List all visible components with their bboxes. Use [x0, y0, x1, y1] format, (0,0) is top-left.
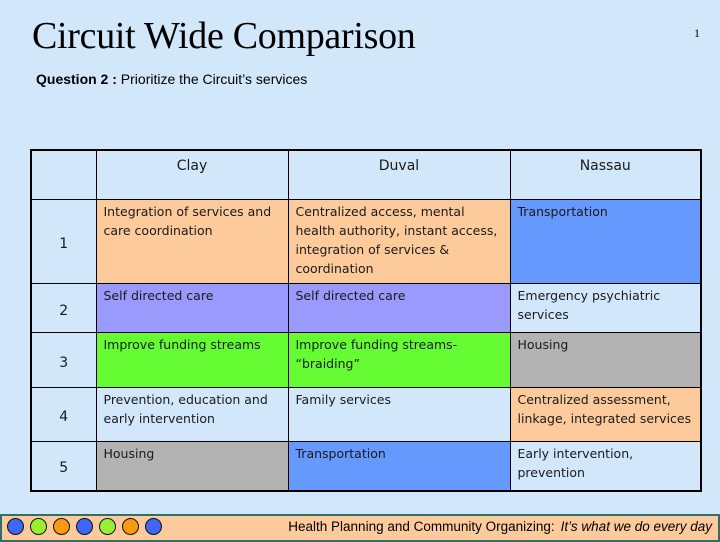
nassau-cell: Emergency psychiatric services	[509, 283, 702, 333]
clay-cell: Self directed care	[95, 283, 289, 333]
footer-bar: Health Planning and Community Organizing…	[0, 514, 720, 542]
clay-cell: Housing	[95, 441, 289, 491]
clay-cell: Integration of services and care coordin…	[95, 199, 289, 284]
circle-icon	[30, 518, 47, 535]
header-label: Clay	[176, 158, 208, 174]
question-text: Prioritize the Circuit’s services	[120, 71, 308, 87]
circle-icon	[53, 518, 70, 535]
circle-icon	[76, 518, 93, 535]
rank-cell: 3	[30, 332, 97, 388]
circle-icon	[145, 518, 162, 535]
nassau-cell: Housing	[509, 332, 702, 388]
footer-text: Health Planning and Community Organizing…	[288, 519, 712, 534]
footer-org: Health Planning and Community Organizing…	[288, 519, 555, 534]
header-corner	[30, 149, 97, 200]
duval-cell: Improve funding streams- “braiding”	[287, 332, 511, 388]
circle-icon	[99, 518, 116, 535]
clay-cell: Improve funding streams	[95, 332, 289, 388]
header-clay: Clay	[95, 149, 289, 200]
nassau-cell: Centralized assessment, linkage, integra…	[509, 387, 702, 442]
duval-cell: Transportation	[287, 441, 511, 491]
nassau-cell: Transportation	[509, 199, 702, 284]
footer-tagline: It’s what we do every day	[560, 519, 712, 534]
duval-cell: Self directed care	[287, 283, 511, 333]
table-row: 1 Integration of services and care coord…	[30, 199, 702, 284]
nassau-cell: Early intervention, prevention	[509, 441, 702, 491]
table-row: 4 Prevention, education and early interv…	[30, 387, 702, 442]
table-header-row: Clay Duval Nassau	[30, 149, 702, 200]
circle-icon	[122, 518, 139, 535]
rank-cell: 4	[30, 387, 97, 442]
header-nassau: Nassau	[509, 149, 702, 200]
table-row: 3 Improve funding streams Improve fundin…	[30, 332, 702, 388]
question-label: Question 2 :	[36, 71, 117, 87]
clay-cell: Prevention, education and early interven…	[95, 387, 289, 442]
rank-cell: 2	[30, 283, 97, 333]
circle-icon	[7, 518, 24, 535]
table-row: 2 Self directed care Self directed care …	[30, 283, 702, 333]
question-subtitle: Question 2 : Prioritize the Circuit’s se…	[36, 71, 307, 87]
table-row: 5 Housing Transportation Early intervent…	[30, 441, 702, 491]
header-label: Duval	[378, 158, 420, 174]
duval-cell: Family services	[287, 387, 511, 442]
slide-number: 1	[694, 26, 700, 40]
header-label: Nassau	[579, 158, 631, 174]
header-duval: Duval	[287, 149, 511, 200]
decorative-dots	[7, 518, 162, 535]
comparison-table: Clay Duval Nassau 1 Integration of servi…	[30, 149, 702, 492]
duval-cell: Centralized access, mental health author…	[287, 199, 511, 284]
rank-cell: 5	[30, 441, 97, 491]
slide-title: Circuit Wide Comparison	[32, 15, 416, 57]
rank-cell: 1	[30, 199, 97, 284]
